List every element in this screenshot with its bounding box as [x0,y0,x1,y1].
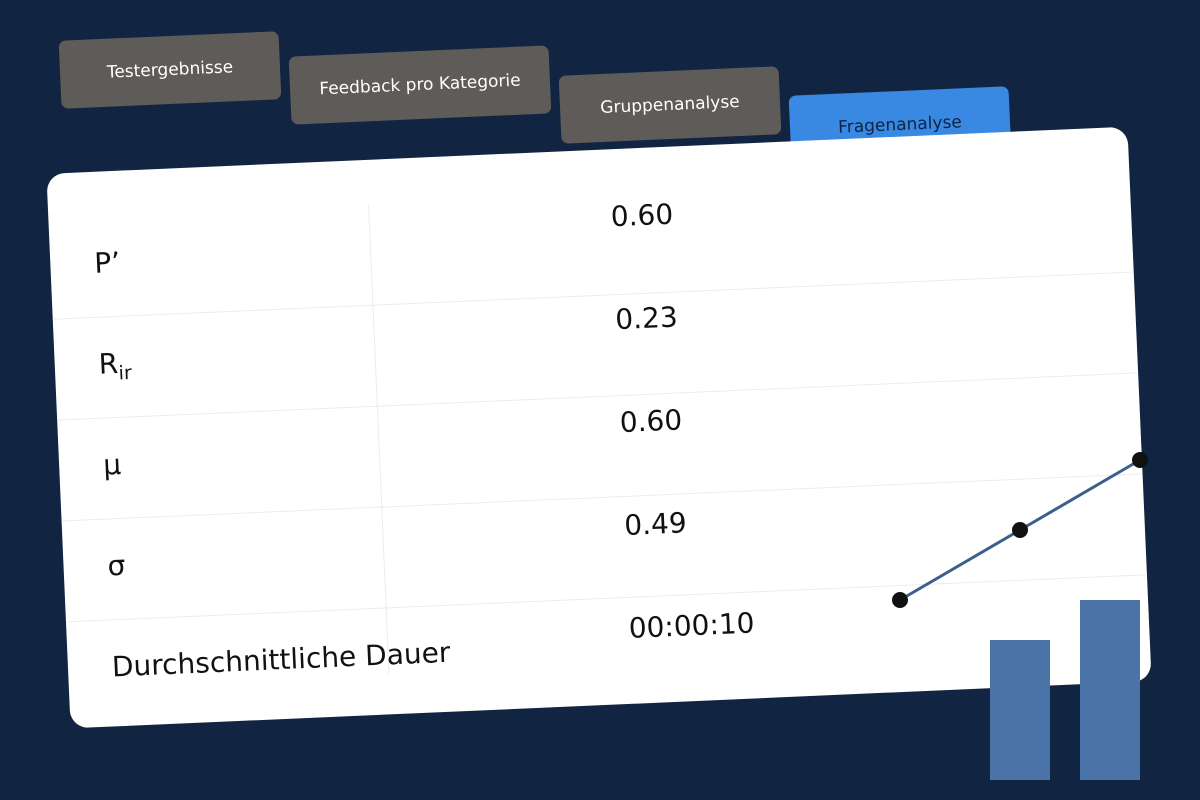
tab-label: Testergebnisse [106,57,234,83]
stat-value-average-duration: 00:00:10 [628,606,756,645]
stat-label-p-prime: P’ [93,245,121,280]
stat-value-mu: 0.60 [619,403,683,440]
stat-label-rir-sub: ir [118,361,133,385]
stat-value-p-prime: 0.60 [610,197,674,234]
stat-label-average-duration: Durchschnittliche Dauer [111,635,451,684]
statistics-card: P’ 0.60 Rir 0.23 μ 0.60 σ 0.49 Durchschn… [46,126,1152,729]
stat-label-sigma: σ [106,548,127,583]
stat-label-mu: μ [102,447,122,482]
tab-feedback-pro-kategorie[interactable]: Feedback pro Kategorie [288,45,552,125]
stat-label-rir: Rir [98,346,132,385]
stat-value-sigma: 0.49 [623,506,688,542]
tab-testergebnisse[interactable]: Testergebnisse [58,31,282,109]
tab-label: Feedback pro Kategorie [318,70,521,100]
statistics-table: P’ 0.60 Rir 0.23 μ 0.60 σ 0.49 Durchschn… [48,171,1151,723]
stage: Testergebnisse Feedback pro Kategorie Gr… [0,0,1200,800]
tab-label: Gruppenanalyse [599,91,741,119]
stat-value-rir: 0.23 [614,300,679,337]
stat-label-rir-main: R [98,346,119,381]
tab-gruppenanalyse[interactable]: Gruppenanalyse [558,66,782,144]
